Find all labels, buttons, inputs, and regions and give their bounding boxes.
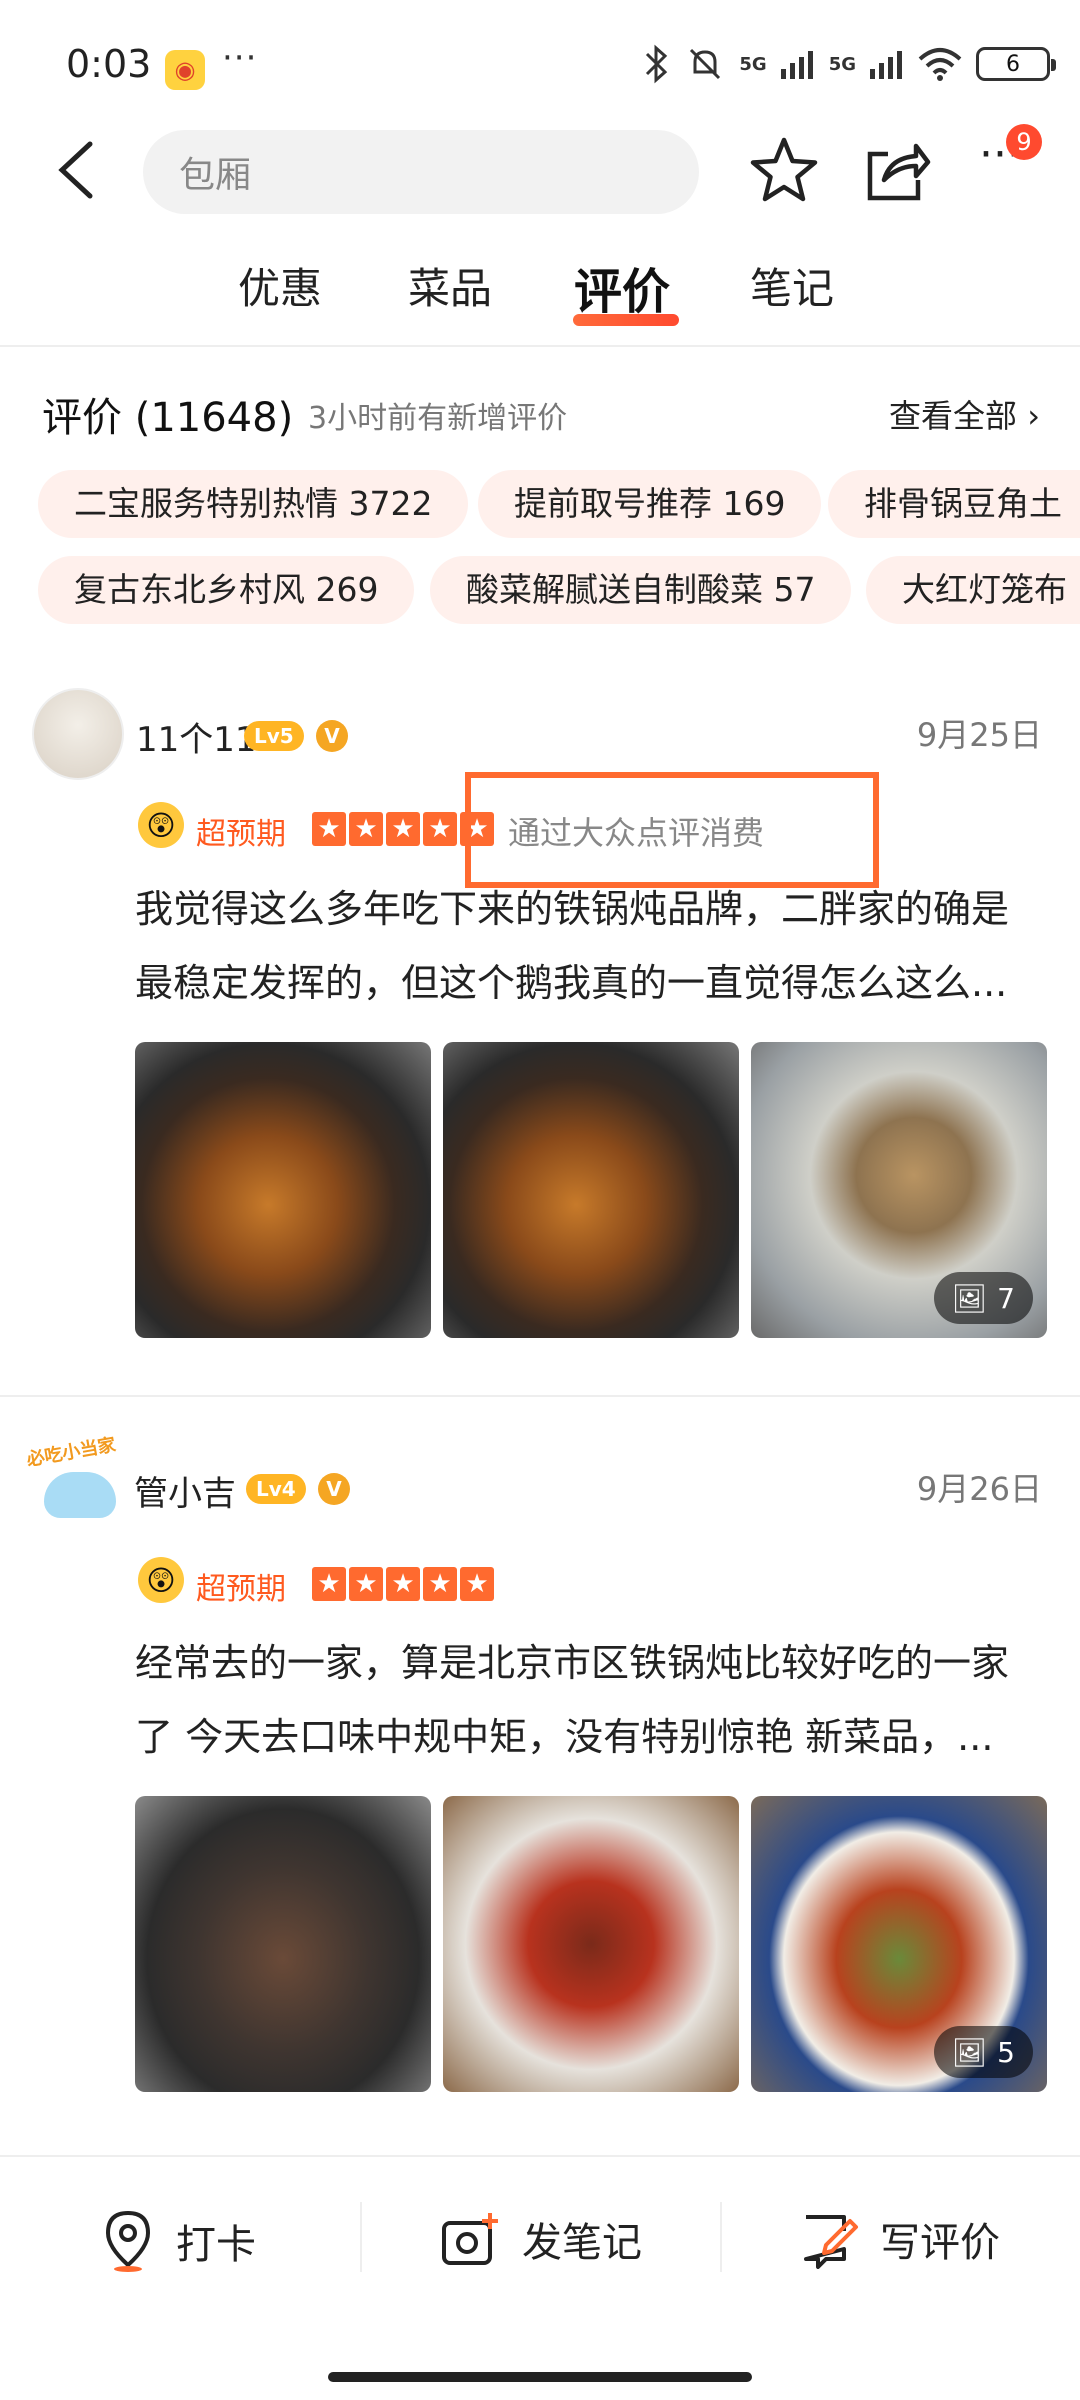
star-icon: ★ [312,812,346,846]
mute-icon [690,48,721,80]
home-indicator[interactable] [328,2372,752,2382]
verified-badge: V [316,720,348,752]
photo-count-badge: 🖼 5 [933,2026,1033,2078]
star-icon: ★ [423,812,457,846]
post-note-button[interactable]: 发笔记 [440,2209,642,2269]
bottom-action-bar: 打卡 发笔记 写评价 [0,2155,1080,2400]
battery-level: 6 [1006,51,1020,77]
avatar[interactable]: 必吃小当家 [25,1430,134,1530]
signal-5g-label-2: 5G [828,53,856,75]
notification-badge: 9 [1006,124,1042,160]
review-photo[interactable] [135,1796,431,2092]
whale-icon [44,1472,116,1518]
reviews-title: 评价 (11648) [42,395,294,441]
surprised-face-icon: 😲 [138,1557,184,1603]
review-text-line[interactable]: 我觉得这么多年吃下来的铁锅炖品牌，二胖家的确是 [135,872,1070,946]
back-icon[interactable] [52,140,102,200]
tab-bar: 优惠 菜品 评价 笔记 [0,255,1080,335]
review-text-line[interactable]: 经常去的一家，算是北京市区铁锅炖比较好吃的一家 [135,1626,1070,1700]
divider [720,2202,722,2272]
review-tag[interactable]: 大红灯笼布 [866,556,1080,624]
image-icon: 🖼 [951,1281,988,1315]
status-more-dots: ··· [222,38,258,78]
review-tag[interactable]: 提前取号推荐 169 [478,470,822,538]
reviews-subtitle: 3小时前有新增评价 [308,401,568,436]
star-icon: ★ [349,812,383,846]
expectation-label: 超预期 [196,1572,286,1607]
status-icons: 5G 5G 6 [641,44,1056,84]
review-text-line[interactable]: 最稳定发挥的，但这个鹅我真的一直觉得怎么这么... [135,946,1070,1020]
review-photo[interactable] [135,1042,431,1338]
photo-count: 7 [997,1281,1015,1315]
review-date: 9月26日 [916,1470,1042,1508]
tab-discount[interactable]: 优惠 [238,255,322,316]
active-tab-indicator [573,314,679,326]
signal-icon-2 [870,51,902,79]
photo-count: 5 [997,2035,1015,2069]
status-time: 0:03 [66,42,152,86]
star-icon: ★ [349,1567,383,1601]
tab-dishes[interactable]: 菜品 [408,255,492,316]
image-icon: 🖼 [951,2035,988,2069]
verified-badge: V [318,1473,350,1505]
star-icon: ★ [312,1567,346,1601]
username[interactable]: 11个11 [136,712,257,761]
review-date: 9月25日 [916,716,1042,754]
write-review-button[interactable]: 写评价 [800,2209,1000,2269]
star-icon: ★ [386,812,420,846]
edit-review-icon [804,2215,858,2269]
divider [0,1395,1080,1397]
location-pin-icon [105,2210,151,2272]
search-input[interactable]: 包厢 [143,130,699,214]
level-badge: Lv5 [244,721,304,751]
avatar-label: 必吃小当家 [25,1434,118,1471]
consumption-source: 通过大众点评消费 [508,814,765,852]
bluetooth-icon [646,44,668,84]
avatar[interactable] [32,688,124,780]
view-all-label: 查看全部 [889,397,1018,435]
battery-icon: 6 [976,47,1056,81]
view-all-link[interactable]: 查看全部 › [889,391,1040,437]
divider [0,345,1080,347]
star-icon: ★ [386,1567,420,1601]
favorite-star-icon[interactable] [748,134,820,206]
review-card[interactable]: 11个11 Lv5 V 9月25日 😲 超预期 ★ ★ ★ ★ ★ 通过大众点评消费 我… [0,660,1080,1360]
review-tag[interactable]: 二宝服务特别热情 3722 [38,470,469,538]
username[interactable]: 管小吉 [134,1466,236,1515]
expectation-label: 超预期 [196,817,286,852]
review-photo[interactable]: 🖼 7 [751,1042,1047,1338]
signal-icon [780,51,813,79]
wifi-icon [918,48,962,81]
review-tag[interactable]: 酸菜解腻送自制酸菜 57 [430,556,852,624]
weibo-icon: ◉ [165,50,205,90]
tab-notes[interactable]: 笔记 [750,255,834,316]
photo-count-badge: 🖼 7 [933,1272,1033,1324]
review-card[interactable]: 必吃小当家 管小吉 Lv4 V 9月26日 😲 超预期 ★ ★ ★ ★ ★ 经常去的一家… [0,1410,1080,2110]
checkin-label: 打卡 [176,2222,256,2268]
status-bar: 0:03 ◉ ··· 5G 5G 6 [0,0,1080,130]
review-tag[interactable]: 排骨锅豆角土 [828,470,1080,538]
write-review-label: 写评价 [880,2220,1000,2266]
search-placeholder: 包厢 [179,155,252,196]
signal-5g-label: 5G [739,53,767,75]
checkin-button[interactable]: 打卡 [100,2209,256,2273]
review-photo[interactable] [443,1796,739,2092]
star-rating: ★ ★ ★ ★ ★ [312,1567,494,1601]
divider [360,2202,362,2272]
share-icon[interactable] [860,134,932,206]
tab-reviews[interactable]: 评价 [574,252,670,322]
review-photo[interactable] [443,1042,739,1338]
chevron-right-icon: › [1027,397,1040,435]
star-icon: ★ [423,1567,457,1601]
review-text-line[interactable]: 了 今天去口味中规中矩，没有特别惊艳 新菜品，... [135,1700,1070,1774]
post-note-label: 发笔记 [522,2220,642,2266]
review-tag[interactable]: 复古东北乡村风 269 [38,556,415,624]
surprised-face-icon: 😲 [138,802,184,848]
camera-plus-icon [442,2213,498,2265]
star-icon: ★ [460,1567,494,1601]
review-photo[interactable]: 🖼 5 [751,1796,1047,2092]
level-badge: Lv4 [246,1474,306,1504]
